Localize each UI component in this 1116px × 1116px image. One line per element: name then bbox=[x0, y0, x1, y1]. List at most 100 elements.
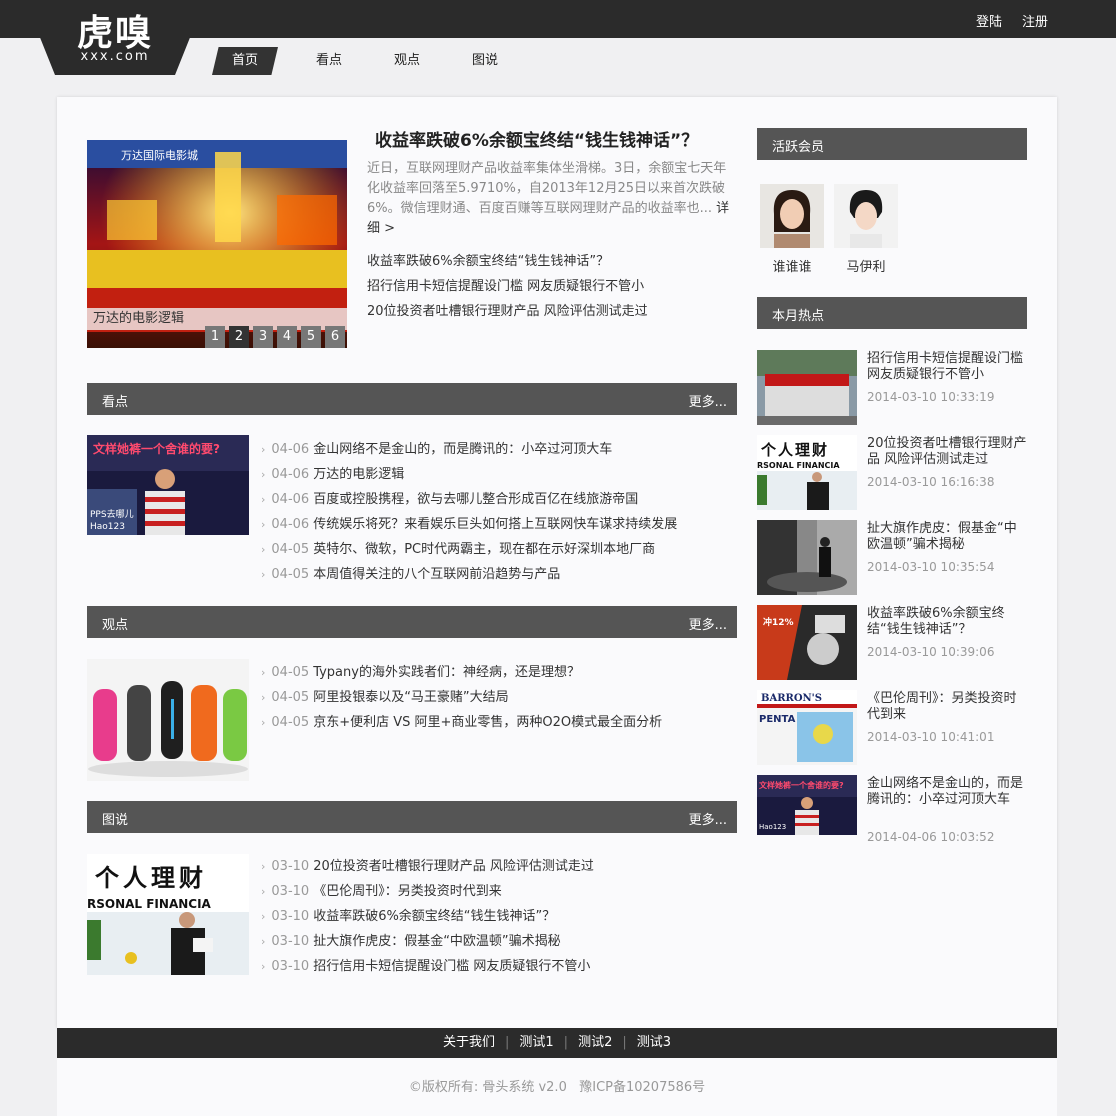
finance-sign-text: 个人理财 bbox=[760, 441, 829, 459]
list-item: › 04-05 本周值得关注的八个互联网前沿趋势与产品 bbox=[261, 562, 677, 587]
chevron-right-icon: › bbox=[261, 468, 266, 481]
hot-thumbnail[interactable] bbox=[757, 350, 857, 425]
login-link[interactable]: 登陆 bbox=[976, 11, 1002, 30]
section-thumbnail-kandian[interactable]: 文样她裤一个舍谁的要? PPS去哪儿 Hao123 bbox=[87, 435, 249, 535]
hot-thumbnail[interactable] bbox=[757, 520, 857, 595]
footer-link-about[interactable]: 关于我们 bbox=[443, 1035, 495, 1050]
hot-item-title[interactable]: 《巴伦周刊》：另类投资时代到来 bbox=[867, 691, 1027, 723]
item-link[interactable]: 英特尔、微软，PC时代两霸主，现在都在示好深圳本地厂商 bbox=[313, 542, 655, 557]
hao123-text: Hao123 bbox=[759, 823, 786, 831]
hot-item[interactable]: BARRON'S PENTA 《巴伦周刊》：另类投资时代到来 2014-03-1… bbox=[757, 690, 1027, 765]
sidebar-header-title: 活跃会员 bbox=[772, 140, 825, 155]
nav-item-kandian[interactable]: 看点 bbox=[290, 47, 368, 75]
item-link[interactable]: 招行信用卡短信提醒设门槛 网友质疑银行不管小 bbox=[313, 959, 590, 974]
item-date: 04-06 bbox=[271, 442, 310, 457]
section-header-guandian: 观点 更多... bbox=[87, 606, 737, 638]
member-card[interactable]: 马伊利 bbox=[834, 184, 898, 275]
footer-link-test2[interactable]: 测试2 bbox=[578, 1035, 612, 1050]
member-card[interactable]: 谁谁谁 bbox=[760, 184, 824, 275]
slider-page-2[interactable]: 2 bbox=[229, 326, 249, 348]
nav-item-tushuo[interactable]: 图说 bbox=[446, 47, 524, 75]
item-date: 03-10 bbox=[271, 959, 310, 974]
item-link[interactable]: 传统娱乐将死？来看娱乐巨头如何搭上互联网快车谋求持续发展 bbox=[313, 517, 677, 532]
item-link[interactable]: 20位投资者吐槽银行理财产品 风险评估测试走过 bbox=[313, 859, 594, 874]
section-more-link[interactable]: 更多... bbox=[689, 391, 727, 410]
item-link[interactable]: 万达的电影逻辑 bbox=[313, 467, 404, 482]
hot-item[interactable]: 个人理财 RSONAL FINANCIA 20位投资者吐槽银行理财产品 风险评估… bbox=[757, 435, 1027, 510]
hot-thumbnail[interactable]: 冲12% bbox=[757, 605, 857, 680]
hot-item[interactable]: 文样她裤一个舍谁的要? Hao123 金山网络不是金山的，而是腾讯的：小卒过河顶… bbox=[757, 775, 1027, 850]
item-link[interactable]: 百度或控股携程，欲与去哪儿整合形成百亿在线旅游帝国 bbox=[313, 492, 638, 507]
slider-page-5[interactable]: 5 bbox=[301, 326, 321, 348]
featured-link[interactable]: 收益率跌破6%余额宝终结“钱生钱神话”？ bbox=[367, 249, 648, 274]
featured-link[interactable]: 招行信用卡短信提醒设门槛 网友质疑银行不管小 bbox=[367, 274, 648, 299]
item-link[interactable]: 京东+便利店 VS 阿里+商业零售，两种O2O模式最全面分析 bbox=[313, 715, 662, 730]
item-link[interactable]: 收益率跌破6%余额宝终结“钱生钱神话”？ bbox=[313, 909, 555, 924]
item-link[interactable]: 阿里投银泰以及“马王豪赌”大结局 bbox=[313, 690, 508, 705]
slider-page-4[interactable]: 4 bbox=[277, 326, 297, 348]
chevron-right-icon: › bbox=[261, 443, 266, 456]
slider-page-3[interactable]: 3 bbox=[253, 326, 273, 348]
slider-image[interactable]: 万达国际电影城 万达的电影逻辑 bbox=[87, 140, 347, 348]
section-more-link[interactable]: 更多... bbox=[689, 809, 727, 828]
item-date: 03-10 bbox=[271, 859, 310, 874]
list-item: › 04-05 京东+便利店 VS 阿里+商业零售，两种O2O模式最全面分析 bbox=[261, 710, 662, 735]
section-title: 观点 bbox=[102, 618, 129, 633]
footer-link-test3[interactable]: 测试3 bbox=[637, 1035, 671, 1050]
hot-item[interactable]: 扯大旗作虎皮：假基金“中欧温顿”骗术揭秘 2014-03-10 10:35:54 bbox=[757, 520, 1027, 595]
hot-item-time: 2014-04-06 10:03:52 bbox=[867, 830, 995, 844]
chevron-right-icon: › bbox=[261, 666, 266, 679]
section-thumbnail-tushuo[interactable]: 个人理财 RSONAL FINANCIA bbox=[87, 854, 249, 975]
featured-title[interactable]: 收益率跌破6%余额宝终结“钱生钱神话”？ bbox=[375, 126, 698, 151]
item-link[interactable]: 本周值得关注的八个互联网前沿趋势与产品 bbox=[313, 567, 560, 582]
item-link[interactable]: Typany的海外实践者们：神经病，还是理想？ bbox=[313, 665, 580, 680]
slider-page-6[interactable]: 6 bbox=[325, 326, 345, 348]
hot-item-title[interactable]: 金山网络不是金山的，而是腾讯的：小卒过河顶大车 bbox=[867, 776, 1027, 808]
section-thumbnail-guandian[interactable] bbox=[87, 659, 249, 781]
list-item: › 03-10 20位投资者吐槽银行理财产品 风险评估测试走过 bbox=[261, 854, 594, 879]
item-date: 04-05 bbox=[271, 567, 310, 582]
hot-item-title[interactable]: 20位投资者吐槽银行理财产品 风险评估测试走过 bbox=[867, 436, 1027, 468]
hot-item-title[interactable]: 扯大旗作虎皮：假基金“中欧温顿”骗术揭秘 bbox=[867, 521, 1027, 553]
finance-sub-text: RSONAL FINANCIA bbox=[757, 461, 840, 470]
hao123-text: Hao123 bbox=[90, 522, 125, 532]
item-link[interactable]: 《巴伦周刊》：另类投资时代到来 bbox=[313, 884, 502, 899]
list-item: › 03-10 收益率跌破6%余额宝终结“钱生钱神话”？ bbox=[261, 904, 594, 929]
featured-link[interactable]: 20位投资者吐槽银行理财产品 风险评估测试走过 bbox=[367, 299, 648, 324]
hot-thumbnail[interactable]: 文样她裤一个舍谁的要? Hao123 bbox=[757, 775, 857, 835]
stamp-text: 冲12% bbox=[763, 616, 794, 628]
item-link[interactable]: 扯大旗作虎皮：假基金“中欧温顿”骗术揭秘 bbox=[313, 934, 560, 949]
auth-links: 登陆 注册 bbox=[976, 11, 1048, 30]
list-item: › 04-06 万达的电影逻辑 bbox=[261, 462, 677, 487]
item-date: 04-06 bbox=[271, 517, 310, 532]
avatar[interactable] bbox=[834, 184, 898, 248]
sidebar-header-members: 活跃会员 bbox=[757, 128, 1027, 160]
hot-item[interactable]: 冲12% 收益率跌破6%余额宝终结“钱生钱神话”？ 2014-03-10 10:… bbox=[757, 605, 1027, 680]
member-name[interactable]: 谁谁谁 bbox=[760, 256, 824, 275]
nav-item-home[interactable]: 首页 bbox=[212, 47, 278, 75]
hot-thumbnail[interactable]: 个人理财 RSONAL FINANCIA bbox=[757, 435, 857, 510]
sidebar-header-title: 本月热点 bbox=[772, 309, 825, 324]
footer-link-test1[interactable]: 测试1 bbox=[519, 1035, 553, 1050]
penta-text: PENTA bbox=[759, 714, 796, 725]
footer-separator: | bbox=[563, 1035, 569, 1050]
item-date: 04-06 bbox=[271, 492, 310, 507]
footer-copyright: ©版权所有: 骨头系统 v2.0 豫ICP备10207586号 bbox=[57, 1058, 1057, 1116]
slider-page-1[interactable]: 1 bbox=[205, 326, 225, 348]
hot-item-title[interactable]: 招行信用卡短信提醒设门槛 网友质疑银行不管小 bbox=[867, 351, 1027, 383]
site-logo[interactable]: 虎嗅 xxx.com bbox=[40, 0, 190, 75]
chevron-right-icon: › bbox=[261, 691, 266, 704]
avatar[interactable] bbox=[760, 184, 824, 248]
footer-separator: | bbox=[622, 1035, 627, 1050]
chevron-right-icon: › bbox=[261, 860, 266, 873]
hot-thumbnail[interactable]: BARRON'S PENTA bbox=[757, 690, 857, 765]
hot-item[interactable]: 招行信用卡短信提醒设门槛 网友质疑银行不管小 2014-03-10 10:33:… bbox=[757, 350, 1027, 425]
item-link[interactable]: 金山网络不是金山的，而是腾讯的：小卒过河顶大车 bbox=[313, 442, 612, 457]
register-link[interactable]: 注册 bbox=[1022, 11, 1048, 30]
nav-item-guandian[interactable]: 观点 bbox=[368, 47, 446, 75]
member-name[interactable]: 马伊利 bbox=[834, 256, 898, 275]
section-more-link[interactable]: 更多... bbox=[689, 614, 727, 633]
hot-item-title[interactable]: 收益率跌破6%余额宝终结“钱生钱神话”？ bbox=[867, 606, 1027, 638]
chevron-right-icon: › bbox=[261, 716, 266, 729]
footer-separator: | bbox=[505, 1035, 510, 1050]
